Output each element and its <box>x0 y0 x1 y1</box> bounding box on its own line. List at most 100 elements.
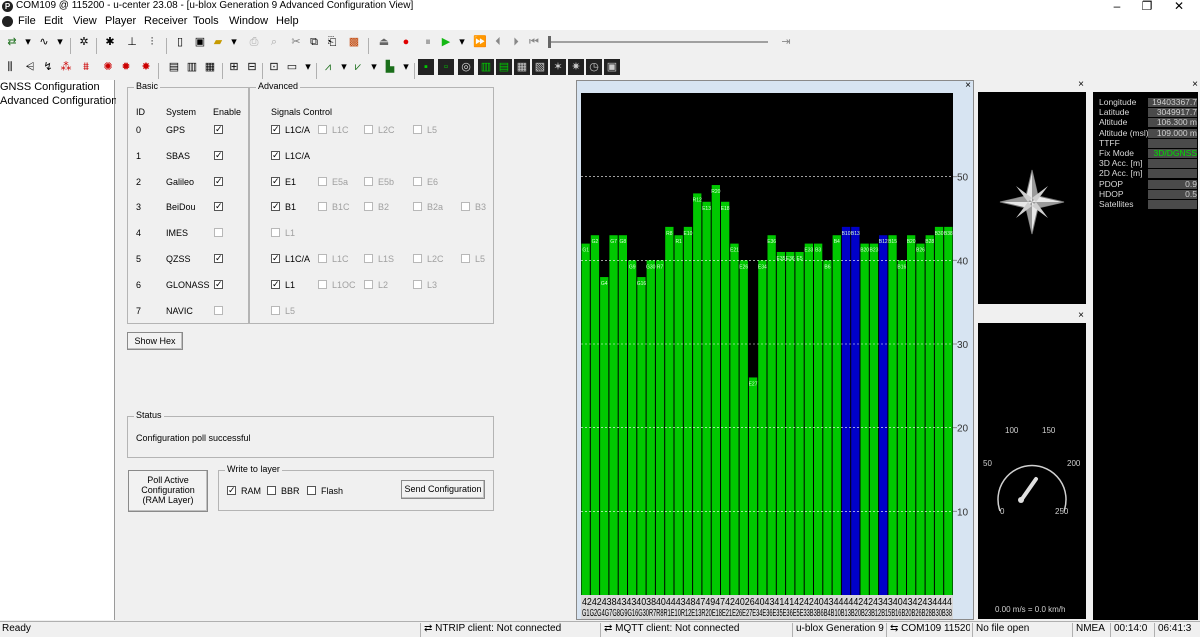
chevron-down-icon[interactable]: ▾ <box>226 34 242 50</box>
view-packet-icon[interactable]: ✸ <box>138 59 154 75</box>
system-enable-checkbox[interactable]: ✓ <box>214 279 223 289</box>
signal-checkbox[interactable]: ✓ <box>271 125 280 134</box>
view-sky-icon[interactable]: ✷ <box>568 59 584 75</box>
view-table-icon[interactable]: ▤ <box>166 59 182 75</box>
chevron-down-icon[interactable]: ▾ <box>454 34 470 50</box>
view-time-icon[interactable]: ↯ <box>40 59 56 75</box>
close-icon[interactable]: × <box>1192 79 1198 90</box>
record-icon[interactable]: ● <box>398 34 414 50</box>
poll-active-configuration-button[interactable]: Poll Active Configuration (RAM Layer) <box>128 470 208 512</box>
view-clock-icon[interactable]: ◷ <box>586 59 602 75</box>
skip-end-icon[interactable]: ⇥ <box>778 34 794 50</box>
menu-file[interactable]: File <box>18 15 36 27</box>
view-text-icon[interactable]: ▣ <box>604 59 620 75</box>
print-preview-icon[interactable]: ⌕ <box>266 34 282 50</box>
view-histogram-icon[interactable]: ▙ <box>382 59 398 75</box>
view-config-icon[interactable]: ✹ <box>118 59 134 75</box>
system-enable-checkbox[interactable] <box>214 228 223 238</box>
menu-help[interactable]: Help <box>276 15 299 27</box>
view-deviation-icon[interactable]: ⩤ <box>22 59 38 75</box>
signal-checkbox[interactable] <box>318 125 327 134</box>
view-chart-icon[interactable]: ⩘ <box>320 59 336 75</box>
nav-item-advanced-configuration[interactable]: Advanced Configuration <box>0 95 117 107</box>
layer-checkbox[interactable] <box>267 486 276 495</box>
antenna-icon[interactable]: ⊥ <box>124 34 140 50</box>
view-table-dark-icon[interactable]: ▧ <box>532 59 548 75</box>
view-compass-icon[interactable]: ◎ <box>458 59 474 75</box>
new-file-icon[interactable]: ▯ <box>172 34 188 50</box>
view-monitor-icon[interactable]: ▪ <box>418 59 434 75</box>
view-star-icon[interactable]: ✶ <box>550 59 566 75</box>
view-list-icon[interactable]: ▥ <box>184 59 200 75</box>
menu-player[interactable]: Player <box>105 15 136 27</box>
layer-checkbox[interactable] <box>307 486 316 495</box>
signal-checkbox[interactable]: ✓ <box>271 176 280 186</box>
view-console-icon[interactable]: ⊡ <box>266 59 282 75</box>
chevron-down-icon[interactable]: ▾ <box>366 59 382 75</box>
close-icon[interactable]: × <box>1078 310 1084 321</box>
signal-checkbox[interactable]: ✓ <box>271 254 280 263</box>
chevron-down-icon[interactable]: ▾ <box>20 34 36 50</box>
eject-icon[interactable]: ⏏ <box>376 34 392 50</box>
baudrate-icon[interactable]: ∿ <box>36 34 52 50</box>
nav-item-gnss-configuration[interactable]: GNSS Configuration <box>0 81 100 93</box>
show-hex-button[interactable]: Show Hex <box>127 332 183 350</box>
view-level-icon[interactable]: ▤ <box>496 59 512 75</box>
signal-checkbox[interactable] <box>461 254 470 263</box>
layer-checkbox[interactable]: ✓ <box>227 486 236 495</box>
signal-checkbox[interactable] <box>364 254 373 263</box>
playback-slider[interactable] <box>548 41 768 43</box>
signal-checkbox[interactable]: ✓ <box>271 150 280 160</box>
chevron-down-icon[interactable]: ▾ <box>300 59 316 75</box>
view-graph-icon[interactable]: ⩗ <box>350 59 366 75</box>
view-doc-icon[interactable]: ▦ <box>202 59 218 75</box>
view-split-icon[interactable]: ⊟ <box>244 59 260 75</box>
pause-icon[interactable]: ⏸ <box>420 34 436 50</box>
system-enable-checkbox[interactable]: ✓ <box>214 176 223 186</box>
copy-icon[interactable]: ⧉ <box>306 34 322 50</box>
menu-receiver[interactable]: Receiver <box>144 15 187 27</box>
signal-checkbox[interactable] <box>364 176 373 186</box>
view-satellites-icon[interactable]: ⁂ <box>58 59 74 75</box>
view-window-icon[interactable]: ▭ <box>284 59 300 75</box>
signal-checkbox[interactable] <box>413 125 422 134</box>
paste-icon[interactable]: ⎗ <box>324 34 340 50</box>
view-signal-icon[interactable]: ⫼ <box>2 59 18 75</box>
view-bars-icon[interactable]: ▥ <box>478 59 494 75</box>
view-map-icon[interactable]: ▫ <box>438 59 454 75</box>
menu-tools[interactable]: Tools <box>193 15 219 27</box>
signal-checkbox[interactable] <box>413 176 422 186</box>
signal-checkbox[interactable]: ✓ <box>271 202 280 212</box>
view-grid-icon[interactable]: ⊞ <box>226 59 242 75</box>
menu-edit[interactable]: Edit <box>44 15 63 27</box>
step-forward-icon[interactable]: ⏵ <box>508 34 524 50</box>
play-icon[interactable]: ▶ <box>438 34 454 50</box>
signal-checkbox[interactable] <box>271 228 280 238</box>
signal-checkbox[interactable] <box>318 176 327 186</box>
menu-view[interactable]: View <box>73 15 97 27</box>
chevron-down-icon[interactable]: ▾ <box>398 59 414 75</box>
signal-checkbox[interactable] <box>318 202 327 212</box>
record-settings-icon[interactable]: ▩ <box>346 34 362 50</box>
signal-checkbox[interactable] <box>413 279 422 289</box>
close-button[interactable]: ✕ <box>1164 0 1194 13</box>
close-icon[interactable]: × <box>965 80 971 91</box>
system-enable-checkbox[interactable]: ✓ <box>214 254 223 263</box>
view-data-icon[interactable]: ▦ <box>514 59 530 75</box>
print-icon[interactable]: ⎙ <box>246 34 262 50</box>
signal-checkbox[interactable] <box>364 279 373 289</box>
minimize-button[interactable]: – <box>1102 0 1132 13</box>
send-configuration-button[interactable]: Send Configuration <box>401 480 485 499</box>
rewind-icon[interactable]: ⏮ <box>526 34 542 50</box>
signal-checkbox[interactable] <box>413 202 422 212</box>
settings-sliders-icon[interactable]: ⫶ <box>144 34 160 50</box>
maximize-button[interactable]: ❐ <box>1132 0 1162 13</box>
step-back-icon[interactable]: ⏴ <box>490 34 506 50</box>
signal-checkbox[interactable] <box>364 125 373 134</box>
signal-checkbox[interactable] <box>318 254 327 263</box>
signal-checkbox[interactable] <box>271 305 280 315</box>
cut-icon[interactable]: ✂ <box>288 34 304 50</box>
connect-icon[interactable]: ⇄ <box>4 34 20 50</box>
menu-window[interactable]: Window <box>229 15 268 27</box>
wand-icon[interactable]: ✲ <box>76 34 92 50</box>
